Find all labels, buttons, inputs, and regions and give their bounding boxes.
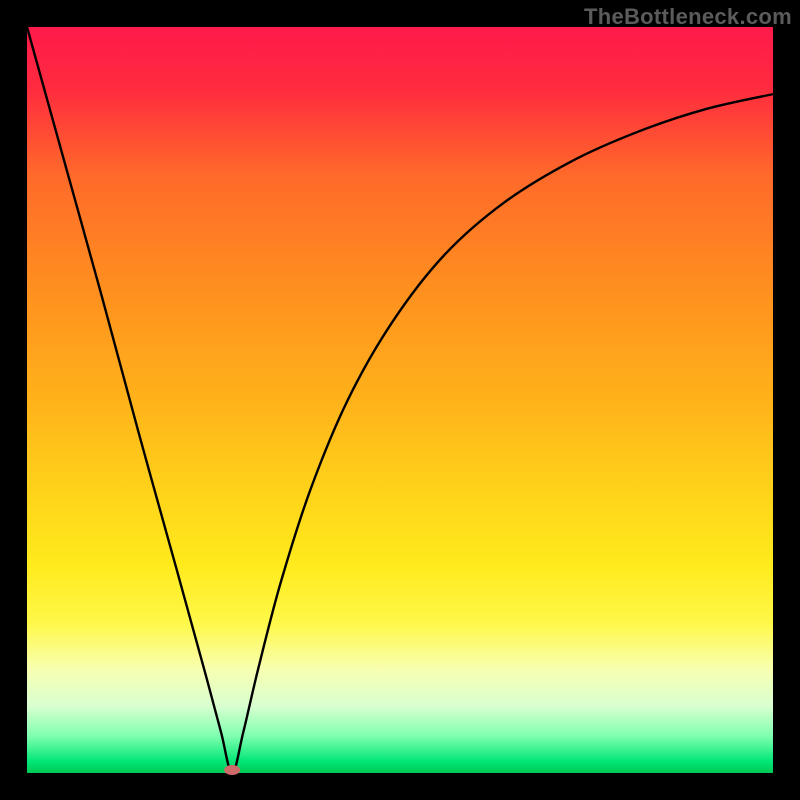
plot-area bbox=[27, 27, 773, 773]
chart-svg bbox=[0, 0, 800, 800]
watermark-text: TheBottleneck.com bbox=[584, 4, 792, 30]
bottleneck-chart: TheBottleneck.com bbox=[0, 0, 800, 800]
minimum-marker-icon bbox=[224, 765, 240, 775]
